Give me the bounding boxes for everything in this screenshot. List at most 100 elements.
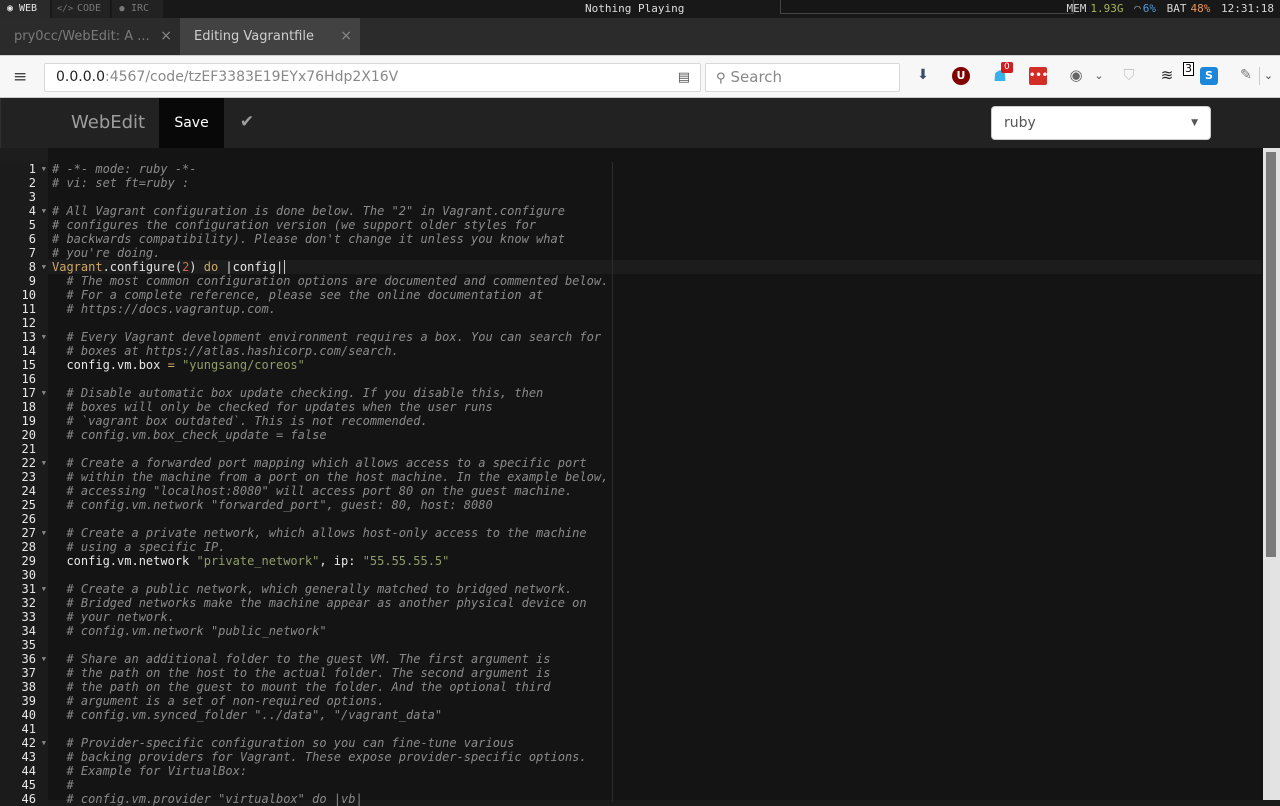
line-number: 9 (28, 274, 36, 288)
lastpass-icon[interactable]: ••• (1029, 67, 1048, 85)
line-number: 11 (21, 302, 36, 316)
tab-title: pry0cc/WebEdit: A ... (14, 29, 150, 44)
hamburger-menu-icon[interactable]: ≡ (13, 67, 33, 87)
workspace-tab-web[interactable]: ◉ WEB (0, 0, 50, 18)
browser-tab-active[interactable]: Editing Vagrantfile × (180, 18, 360, 55)
workspace-tab-irc[interactable]: ● IRC (112, 0, 163, 18)
fold-arrow-icon[interactable]: ▼ (42, 736, 46, 750)
buffer-stack-icon[interactable]: ≋ (1158, 66, 1176, 84)
code-line: config.vm.box = "yungsang/coreos" (52, 358, 1262, 372)
line-number: 14 (21, 344, 36, 358)
code-content[interactable]: # -*- mode: ruby -*- # vi: set ft=ruby : #… (52, 162, 1262, 806)
code-line: # The most common configuration options … (52, 274, 1262, 288)
code-line: # -*- mode: ruby -*- (52, 162, 1262, 176)
line-number: 5 (28, 218, 36, 232)
code-line: # Create a public network, which general… (52, 582, 1262, 596)
code-token-comment: # `vagrant box outdated`. This is not re… (66, 414, 428, 428)
code-line: # the path on the guest to mount the fol… (52, 680, 1262, 694)
code-token-comment: # config.vm.network "public_network" (66, 624, 327, 638)
code-token-str: "yungsang/coreos" (182, 358, 305, 372)
code-line: # Disable automatic box update checking.… (52, 386, 1262, 400)
skype-icon[interactable]: S (1200, 67, 1218, 85)
code-line: # configures the configuration version (… (52, 218, 1262, 232)
system-status-bar: ◉ WEB </> CODE ● IRC Nothing Playing MEM 1.9… (0, 0, 1280, 18)
line-number: 19 (21, 414, 36, 428)
code-token-comment: # the path on the guest to mount the fol… (66, 680, 551, 694)
line-number: 12 (21, 316, 36, 330)
fold-arrow-icon[interactable]: ▼ (42, 386, 46, 400)
close-tab-icon[interactable]: × (340, 18, 352, 55)
cpu-gauge-icon: ◠ (1134, 2, 1141, 15)
privacy-badger-icon[interactable]: ◉ (1067, 66, 1085, 84)
text-cursor (284, 260, 286, 274)
ublock-icon[interactable]: U (952, 67, 970, 85)
line-number: 32 (21, 596, 36, 610)
fold-arrow-icon[interactable]: ▼ (42, 652, 46, 666)
code-line: # For a complete reference, please see t… (52, 288, 1262, 302)
fold-arrow-icon[interactable]: ▼ (42, 330, 46, 344)
scrollbar-thumb[interactable] (1266, 152, 1276, 557)
fold-arrow-icon[interactable]: ▼ (42, 526, 46, 540)
code-token-comment: # Create a public network, which general… (66, 582, 573, 596)
code-token-comment: # Create a private network, which allows… (66, 526, 587, 540)
browser-tab[interactable]: pry0cc/WebEdit: A ... × (0, 18, 180, 55)
line-number: 4 ▼ (28, 204, 46, 218)
code-line: # accessing "localhost:8080" will access… (52, 484, 1262, 498)
line-number: 10 (21, 288, 36, 302)
code-line: # you're doing. (52, 246, 1262, 260)
code-line: # Provider-specific configuration so you… (52, 736, 1262, 750)
line-number: 7 (28, 246, 36, 260)
chevron-down-icon[interactable]: ⌄ (1090, 67, 1108, 85)
code-line: # Create a forwarded port mapping which … (52, 456, 1262, 470)
code-line: # the path on the host to the actual fol… (52, 666, 1262, 680)
code-token-comment: # Share an additional folder to the gues… (66, 652, 551, 666)
code-token-comment: # Provider-specific configuration so you… (66, 736, 515, 750)
url-bar[interactable]: 0.0.0.0:4567/code/tzEF3383E19EYx76Hdp2X1… (44, 63, 701, 92)
line-number: 38 (21, 680, 36, 694)
chevron-down-icon[interactable]: ⌄ (1259, 67, 1277, 85)
fold-arrow-icon[interactable]: ▼ (42, 162, 46, 176)
code-line: # using a specific IP. (52, 540, 1262, 554)
close-tab-icon[interactable]: × (160, 18, 172, 55)
checkmark-icon[interactable]: ✔ (235, 98, 259, 146)
code-token-comment: # backing providers for Vagrant. These e… (66, 750, 587, 764)
code-line: # boxes at https://atlas.hashicorp.com/s… (52, 344, 1262, 358)
fold-arrow-icon[interactable]: ▼ (42, 582, 46, 596)
line-number: 29 (21, 554, 36, 568)
system-stats: MEM 1.93G ◠ 6% BAT 48% 12:31:18 (1063, 0, 1274, 18)
language-select[interactable]: ruby ▼ (991, 106, 1211, 140)
app-brand[interactable]: WebEdit (71, 98, 145, 148)
save-button[interactable]: Save (159, 98, 224, 148)
ghostery-count-badge: 0 (1001, 62, 1013, 73)
line-number: 42 ▼ (21, 736, 46, 750)
fold-arrow-icon[interactable]: ▼ (42, 456, 46, 470)
shield-icon[interactable]: ⛉ (1120, 66, 1138, 84)
code-token-comment: # Bridged networks make the machine appe… (66, 596, 587, 610)
code-token-plain: , ip: (319, 554, 363, 568)
fold-arrow-icon[interactable]: ▼ (42, 204, 46, 218)
fold-arrow-icon[interactable]: ▼ (42, 260, 46, 274)
code-token-comment: # config.vm.box_check_update = false (66, 428, 327, 442)
caret-down-icon: ▼ (1191, 118, 1198, 128)
workspace-tab-code[interactable]: </> CODE (52, 0, 110, 18)
workspace-label: CODE (77, 3, 102, 14)
app-header: WebEdit Save ✔ ruby ▼ (0, 98, 1280, 148)
eyedropper-icon[interactable]: ✎ (1237, 66, 1255, 84)
reader-view-icon[interactable]: ▤ (678, 64, 690, 91)
search-input[interactable]: ⚲ Search (705, 63, 900, 92)
code-token-comment: # backwards compatibility). Please don't… (52, 232, 565, 246)
mem-label: MEM (1066, 2, 1087, 15)
code-token-const: Vagrant (52, 260, 103, 274)
download-icon[interactable]: ⬇ (914, 66, 932, 84)
